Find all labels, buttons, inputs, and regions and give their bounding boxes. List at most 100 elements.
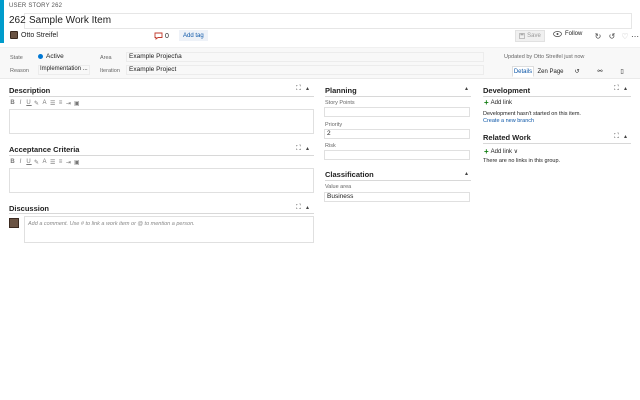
collapse-icon[interactable]: ▴ xyxy=(624,133,627,140)
collapse-icon[interactable]: ▴ xyxy=(465,85,468,92)
comment-count-link[interactable]: 0 xyxy=(154,32,169,40)
iteration-value: Example Project xyxy=(129,66,177,73)
image-icon[interactable]: ▣ xyxy=(74,159,80,166)
bullets-icon[interactable]: ☰ xyxy=(50,159,56,166)
maximize-icon[interactable]: ⛶ xyxy=(614,133,619,141)
risk-label: Risk xyxy=(325,143,336,149)
attachment-icon[interactable]: ▯ xyxy=(615,66,629,77)
assigned-to-name: Otto Streifel xyxy=(21,31,58,39)
maximize-icon[interactable]: ⛶ xyxy=(296,85,301,93)
collapse-icon[interactable]: ▴ xyxy=(465,170,468,177)
dev-empty-text: Development hasn't started on this item. xyxy=(483,111,581,117)
rich-text-toolbar: B I U ✎ A ☰ ≡ ⇥ ▣ xyxy=(10,159,80,166)
dev-add-link[interactable]: + Add link xyxy=(484,98,513,107)
add-link-label: Add link xyxy=(490,100,513,106)
related-add-link-label: Add link ∨ xyxy=(490,149,519,155)
save-button[interactable]: Save xyxy=(515,30,545,42)
numbering-icon[interactable]: ≡ xyxy=(58,100,64,107)
more-icon[interactable]: ⋯ xyxy=(631,30,639,42)
bold-icon[interactable]: B xyxy=(10,159,16,166)
undo-icon[interactable]: ↺ xyxy=(607,30,617,42)
state-value[interactable]: Active xyxy=(46,53,64,60)
acceptance-editor[interactable] xyxy=(9,168,314,193)
work-item-id: 262 xyxy=(9,15,26,26)
title-input[interactable] xyxy=(24,13,632,29)
assigned-to[interactable]: Otto Streifel xyxy=(10,31,58,39)
work-item-color-bar xyxy=(0,0,4,43)
acceptance-divider xyxy=(9,155,314,156)
underline-icon[interactable]: U xyxy=(26,159,32,166)
follow-button[interactable]: Follow xyxy=(553,31,582,37)
classification-heading: Classification xyxy=(325,170,374,179)
updated-by-text: Updated by Otto Streifel just now xyxy=(504,54,585,60)
description-heading: Description xyxy=(9,86,51,95)
refresh-icon[interactable]: ↻ xyxy=(593,30,603,42)
related-empty-text: There are no links in this group. xyxy=(483,158,561,164)
history-icon[interactable]: ↺ xyxy=(570,66,584,77)
collapse-icon[interactable]: ▴ xyxy=(306,145,309,152)
italic-icon[interactable]: I xyxy=(18,159,24,166)
follow-label: Follow xyxy=(565,31,583,37)
discussion-divider xyxy=(9,213,314,214)
comment-count: 0 xyxy=(165,32,169,40)
underline-icon[interactable]: U xyxy=(26,100,32,107)
link-icon[interactable]: ⚯ xyxy=(593,66,607,77)
font-color-icon[interactable]: A xyxy=(42,100,48,107)
discussion-heading: Discussion xyxy=(9,204,50,213)
reason-value: Implementation ... xyxy=(40,66,88,72)
risk-input[interactable] xyxy=(324,150,470,160)
save-icon xyxy=(519,33,526,39)
collapse-icon[interactable]: ▴ xyxy=(624,85,627,92)
maximize-icon[interactable]: ⛶ xyxy=(614,85,619,93)
save-label: Save xyxy=(527,33,541,39)
collapse-icon[interactable]: ▴ xyxy=(306,204,309,211)
description-divider xyxy=(9,96,314,97)
font-color-icon[interactable]: A xyxy=(42,159,48,166)
user-avatar xyxy=(9,218,19,228)
acceptance-heading: Acceptance Criteria xyxy=(9,145,80,154)
related-add-link[interactable]: + Add link ∨ xyxy=(484,146,519,156)
heart-icon[interactable]: ♡ xyxy=(620,30,630,42)
description-editor[interactable] xyxy=(9,109,314,134)
indent-icon[interactable]: ⇥ xyxy=(66,100,72,107)
related-work-divider xyxy=(483,143,631,144)
highlight-icon[interactable]: ✎ xyxy=(34,159,40,166)
eye-icon xyxy=(553,31,562,37)
maximize-icon[interactable]: ⛶ xyxy=(296,204,301,212)
maximize-icon[interactable]: ⛶ xyxy=(296,145,301,153)
tab-zen-page[interactable]: Zen Page xyxy=(537,66,564,77)
bullets-icon[interactable]: ☰ xyxy=(50,100,56,107)
iteration-label: Iteration xyxy=(100,68,120,74)
create-branch-link[interactable]: Create a new branch xyxy=(483,118,534,124)
story-points-label: Story Points xyxy=(325,100,355,106)
value-area-input[interactable]: Business xyxy=(324,192,470,202)
related-work-heading: Related Work xyxy=(483,133,531,142)
area-label: Area xyxy=(100,55,112,61)
priority-label: Priority xyxy=(325,122,343,128)
classification-divider xyxy=(325,180,471,181)
planning-divider xyxy=(325,96,471,97)
discussion-input[interactable]: Add a comment. Use # to link a work item… xyxy=(24,216,314,243)
work-item-title[interactable]: Sample Work Item xyxy=(29,15,111,26)
add-tag-button[interactable]: Add tag xyxy=(179,30,208,41)
bold-icon[interactable]: B xyxy=(10,100,16,107)
image-icon[interactable]: ▣ xyxy=(74,100,80,107)
rich-text-toolbar: B I U ✎ A ☰ ≡ ⇥ ▣ xyxy=(10,100,80,107)
plus-icon: + xyxy=(484,146,489,156)
highlight-icon[interactable]: ✎ xyxy=(34,100,40,107)
tab-details[interactable]: Details xyxy=(512,66,534,77)
iteration-field[interactable] xyxy=(126,65,484,75)
plus-icon: + xyxy=(484,98,489,107)
planning-heading: Planning xyxy=(325,86,357,95)
work-item-type-label: USER STORY 262 xyxy=(9,3,63,9)
collapse-icon[interactable]: ▴ xyxy=(306,85,309,92)
reason-label: Reason xyxy=(10,68,29,74)
user-avatar xyxy=(10,31,18,39)
italic-icon[interactable]: I xyxy=(18,100,24,107)
numbering-icon[interactable]: ≡ xyxy=(58,159,64,166)
development-divider xyxy=(483,96,631,97)
priority-input[interactable]: 2 xyxy=(324,129,470,139)
comment-icon xyxy=(154,32,163,40)
indent-icon[interactable]: ⇥ xyxy=(66,159,72,166)
story-points-input[interactable] xyxy=(324,107,470,117)
